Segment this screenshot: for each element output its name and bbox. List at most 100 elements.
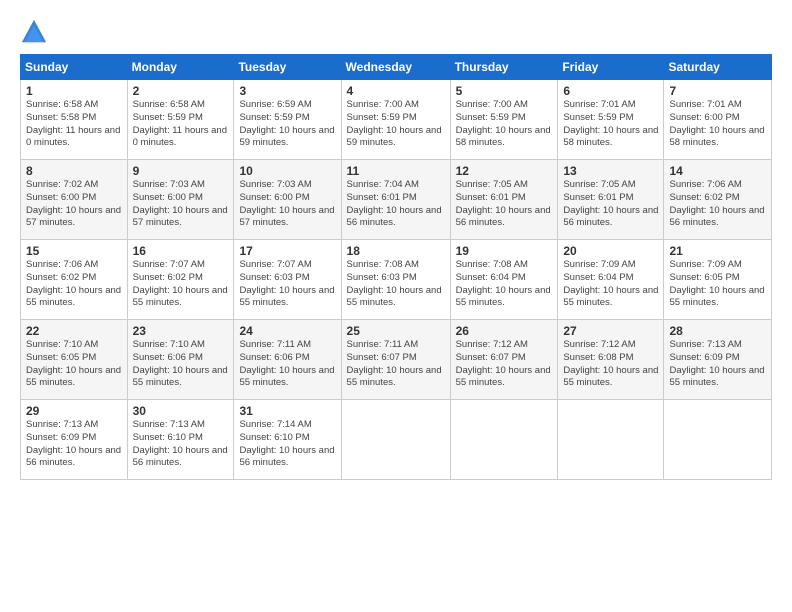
- calendar-cell: 24Sunrise: 7:11 AMSunset: 6:06 PMDayligh…: [234, 320, 341, 400]
- day-number: 11: [347, 164, 445, 178]
- day-number: 9: [133, 164, 229, 178]
- day-info: Sunrise: 7:06 AMSunset: 6:02 PMDaylight:…: [669, 179, 766, 230]
- calendar-cell: 29Sunrise: 7:13 AMSunset: 6:09 PMDayligh…: [21, 400, 128, 480]
- day-number: 13: [563, 164, 658, 178]
- page: SundayMondayTuesdayWednesdayThursdayFrid…: [0, 0, 792, 612]
- day-info: Sunrise: 6:58 AMSunset: 5:59 PMDaylight:…: [133, 99, 229, 150]
- day-info: Sunrise: 7:12 AMSunset: 6:07 PMDaylight:…: [456, 339, 553, 390]
- day-info: Sunrise: 7:00 AMSunset: 5:59 PMDaylight:…: [456, 99, 553, 150]
- calendar-cell: [450, 400, 558, 480]
- day-info: Sunrise: 6:59 AMSunset: 5:59 PMDaylight:…: [239, 99, 335, 150]
- calendar-cell: [664, 400, 772, 480]
- day-info: Sunrise: 7:03 AMSunset: 6:00 PMDaylight:…: [239, 179, 335, 230]
- day-info: Sunrise: 7:09 AMSunset: 6:05 PMDaylight:…: [669, 259, 766, 310]
- day-info: Sunrise: 7:11 AMSunset: 6:06 PMDaylight:…: [239, 339, 335, 390]
- day-number: 22: [26, 324, 122, 338]
- day-info: Sunrise: 7:10 AMSunset: 6:06 PMDaylight:…: [133, 339, 229, 390]
- day-number: 31: [239, 404, 335, 418]
- calendar-cell: 14Sunrise: 7:06 AMSunset: 6:02 PMDayligh…: [664, 160, 772, 240]
- calendar-cell: [341, 400, 450, 480]
- calendar-cell: 16Sunrise: 7:07 AMSunset: 6:02 PMDayligh…: [127, 240, 234, 320]
- calendar-cell: 28Sunrise: 7:13 AMSunset: 6:09 PMDayligh…: [664, 320, 772, 400]
- day-info: Sunrise: 7:10 AMSunset: 6:05 PMDaylight:…: [26, 339, 122, 390]
- day-number: 4: [347, 84, 445, 98]
- calendar-cell: 3Sunrise: 6:59 AMSunset: 5:59 PMDaylight…: [234, 80, 341, 160]
- calendar-cell: 12Sunrise: 7:05 AMSunset: 6:01 PMDayligh…: [450, 160, 558, 240]
- day-info: Sunrise: 7:01 AMSunset: 5:59 PMDaylight:…: [563, 99, 658, 150]
- calendar-cell: 8Sunrise: 7:02 AMSunset: 6:00 PMDaylight…: [21, 160, 128, 240]
- day-number: 16: [133, 244, 229, 258]
- calendar-cell: 9Sunrise: 7:03 AMSunset: 6:00 PMDaylight…: [127, 160, 234, 240]
- day-number: 24: [239, 324, 335, 338]
- day-header-monday: Monday: [127, 55, 234, 80]
- day-info: Sunrise: 7:03 AMSunset: 6:00 PMDaylight:…: [133, 179, 229, 230]
- day-number: 19: [456, 244, 553, 258]
- day-number: 6: [563, 84, 658, 98]
- calendar-cell: 6Sunrise: 7:01 AMSunset: 5:59 PMDaylight…: [558, 80, 664, 160]
- day-number: 26: [456, 324, 553, 338]
- day-number: 21: [669, 244, 766, 258]
- day-info: Sunrise: 7:06 AMSunset: 6:02 PMDaylight:…: [26, 259, 122, 310]
- calendar-cell: 2Sunrise: 6:58 AMSunset: 5:59 PMDaylight…: [127, 80, 234, 160]
- calendar-week-4: 22Sunrise: 7:10 AMSunset: 6:05 PMDayligh…: [21, 320, 772, 400]
- header-area: [20, 18, 772, 46]
- day-number: 10: [239, 164, 335, 178]
- day-info: Sunrise: 7:07 AMSunset: 6:03 PMDaylight:…: [239, 259, 335, 310]
- calendar-cell: 17Sunrise: 7:07 AMSunset: 6:03 PMDayligh…: [234, 240, 341, 320]
- calendar-cell: 10Sunrise: 7:03 AMSunset: 6:00 PMDayligh…: [234, 160, 341, 240]
- day-number: 5: [456, 84, 553, 98]
- calendar-cell: 26Sunrise: 7:12 AMSunset: 6:07 PMDayligh…: [450, 320, 558, 400]
- day-number: 23: [133, 324, 229, 338]
- calendar-week-1: 1Sunrise: 6:58 AMSunset: 5:58 PMDaylight…: [21, 80, 772, 160]
- day-info: Sunrise: 7:08 AMSunset: 6:03 PMDaylight:…: [347, 259, 445, 310]
- calendar-cell: 31Sunrise: 7:14 AMSunset: 6:10 PMDayligh…: [234, 400, 341, 480]
- day-number: 15: [26, 244, 122, 258]
- day-info: Sunrise: 7:05 AMSunset: 6:01 PMDaylight:…: [563, 179, 658, 230]
- calendar-cell: [558, 400, 664, 480]
- calendar-cell: 25Sunrise: 7:11 AMSunset: 6:07 PMDayligh…: [341, 320, 450, 400]
- calendar-cell: 18Sunrise: 7:08 AMSunset: 6:03 PMDayligh…: [341, 240, 450, 320]
- day-info: Sunrise: 7:07 AMSunset: 6:02 PMDaylight:…: [133, 259, 229, 310]
- calendar-cell: 22Sunrise: 7:10 AMSunset: 6:05 PMDayligh…: [21, 320, 128, 400]
- day-info: Sunrise: 7:09 AMSunset: 6:04 PMDaylight:…: [563, 259, 658, 310]
- day-info: Sunrise: 7:05 AMSunset: 6:01 PMDaylight:…: [456, 179, 553, 230]
- day-number: 2: [133, 84, 229, 98]
- logo-icon: [20, 18, 48, 46]
- calendar-table: SundayMondayTuesdayWednesdayThursdayFrid…: [20, 54, 772, 480]
- day-header-thursday: Thursday: [450, 55, 558, 80]
- day-number: 29: [26, 404, 122, 418]
- calendar-cell: 30Sunrise: 7:13 AMSunset: 6:10 PMDayligh…: [127, 400, 234, 480]
- day-number: 7: [669, 84, 766, 98]
- day-info: Sunrise: 7:14 AMSunset: 6:10 PMDaylight:…: [239, 419, 335, 470]
- day-info: Sunrise: 7:08 AMSunset: 6:04 PMDaylight:…: [456, 259, 553, 310]
- logo-area: [20, 18, 50, 46]
- calendar-cell: 19Sunrise: 7:08 AMSunset: 6:04 PMDayligh…: [450, 240, 558, 320]
- calendar-cell: 20Sunrise: 7:09 AMSunset: 6:04 PMDayligh…: [558, 240, 664, 320]
- day-header-saturday: Saturday: [664, 55, 772, 80]
- day-headers-row: SundayMondayTuesdayWednesdayThursdayFrid…: [21, 55, 772, 80]
- day-number: 8: [26, 164, 122, 178]
- day-info: Sunrise: 7:00 AMSunset: 5:59 PMDaylight:…: [347, 99, 445, 150]
- day-header-sunday: Sunday: [21, 55, 128, 80]
- calendar-cell: 27Sunrise: 7:12 AMSunset: 6:08 PMDayligh…: [558, 320, 664, 400]
- day-number: 14: [669, 164, 766, 178]
- day-number: 3: [239, 84, 335, 98]
- day-info: Sunrise: 7:12 AMSunset: 6:08 PMDaylight:…: [563, 339, 658, 390]
- day-header-tuesday: Tuesday: [234, 55, 341, 80]
- calendar-cell: 21Sunrise: 7:09 AMSunset: 6:05 PMDayligh…: [664, 240, 772, 320]
- day-info: Sunrise: 7:13 AMSunset: 6:10 PMDaylight:…: [133, 419, 229, 470]
- day-number: 20: [563, 244, 658, 258]
- day-number: 25: [347, 324, 445, 338]
- calendar-cell: 23Sunrise: 7:10 AMSunset: 6:06 PMDayligh…: [127, 320, 234, 400]
- calendar-cell: 15Sunrise: 7:06 AMSunset: 6:02 PMDayligh…: [21, 240, 128, 320]
- day-header-wednesday: Wednesday: [341, 55, 450, 80]
- day-number: 12: [456, 164, 553, 178]
- calendar-week-3: 15Sunrise: 7:06 AMSunset: 6:02 PMDayligh…: [21, 240, 772, 320]
- day-info: Sunrise: 7:13 AMSunset: 6:09 PMDaylight:…: [669, 339, 766, 390]
- day-info: Sunrise: 7:02 AMSunset: 6:00 PMDaylight:…: [26, 179, 122, 230]
- calendar-week-5: 29Sunrise: 7:13 AMSunset: 6:09 PMDayligh…: [21, 400, 772, 480]
- day-number: 1: [26, 84, 122, 98]
- day-info: Sunrise: 7:13 AMSunset: 6:09 PMDaylight:…: [26, 419, 122, 470]
- day-number: 28: [669, 324, 766, 338]
- day-info: Sunrise: 7:01 AMSunset: 6:00 PMDaylight:…: [669, 99, 766, 150]
